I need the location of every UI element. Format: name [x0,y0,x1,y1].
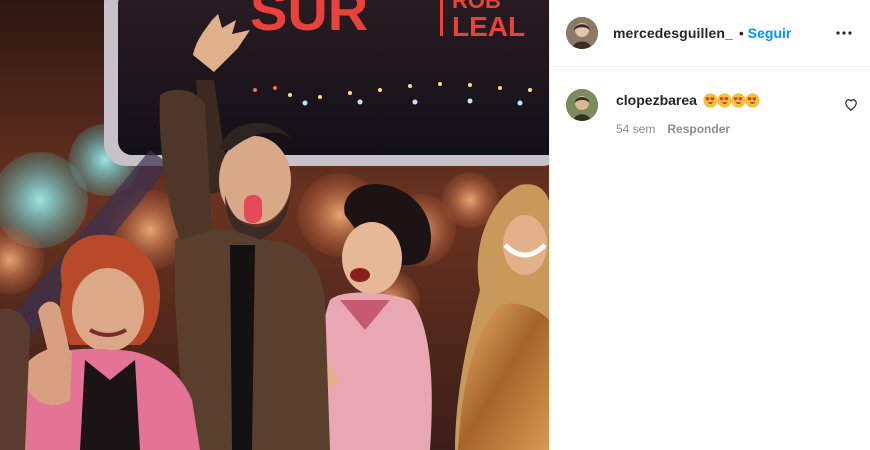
post-header: mercedesguillen_ • Seguir [550,0,870,67]
comment-timestamp[interactable]: 54 sem [616,122,655,136]
heart-outline-icon [845,99,857,111]
follow-button[interactable]: Seguir [748,25,792,41]
author-username[interactable]: mercedesguillen_ [613,25,733,41]
comment: clopezbarea 54 sem Responder [550,67,870,136]
heart-eyes-emoji-icon [717,92,732,108]
heart-eyes-emoji-icon [731,92,746,108]
post-photo[interactable]: SUR ROB LEAL [0,0,549,450]
author-avatar-image [566,17,598,49]
post-photo-illustration: SUR ROB LEAL [0,0,549,450]
comment-line: clopezbarea [616,90,854,110]
heart-eyes-emoji-icon [745,92,760,108]
comment-like-button[interactable] [844,98,858,112]
comment-text [703,92,760,108]
commenter-avatar-image [566,89,598,121]
heart-eyes-emoji-icon [703,92,718,108]
comment-body: clopezbarea 54 sem Responder [616,89,854,136]
commenter-avatar[interactable] [566,89,598,121]
sign-text-main: SUR [250,0,368,42]
post-side-panel: mercedesguillen_ • Seguir clopezbarea 54… [549,0,870,450]
sign-text-side-bottom: LEAL [452,11,525,42]
comment-meta: 54 sem Responder [616,122,854,136]
more-horizontal-icon [836,31,852,35]
reply-button[interactable]: Responder [667,122,730,136]
author-avatar[interactable] [566,17,598,49]
instagram-post: SUR ROB LEAL mercedesguillen_ • Seguir c… [0,0,870,450]
commenter-username[interactable]: clopezbarea [616,92,697,108]
more-options-button[interactable] [832,21,856,45]
header-separator: • [738,25,744,41]
